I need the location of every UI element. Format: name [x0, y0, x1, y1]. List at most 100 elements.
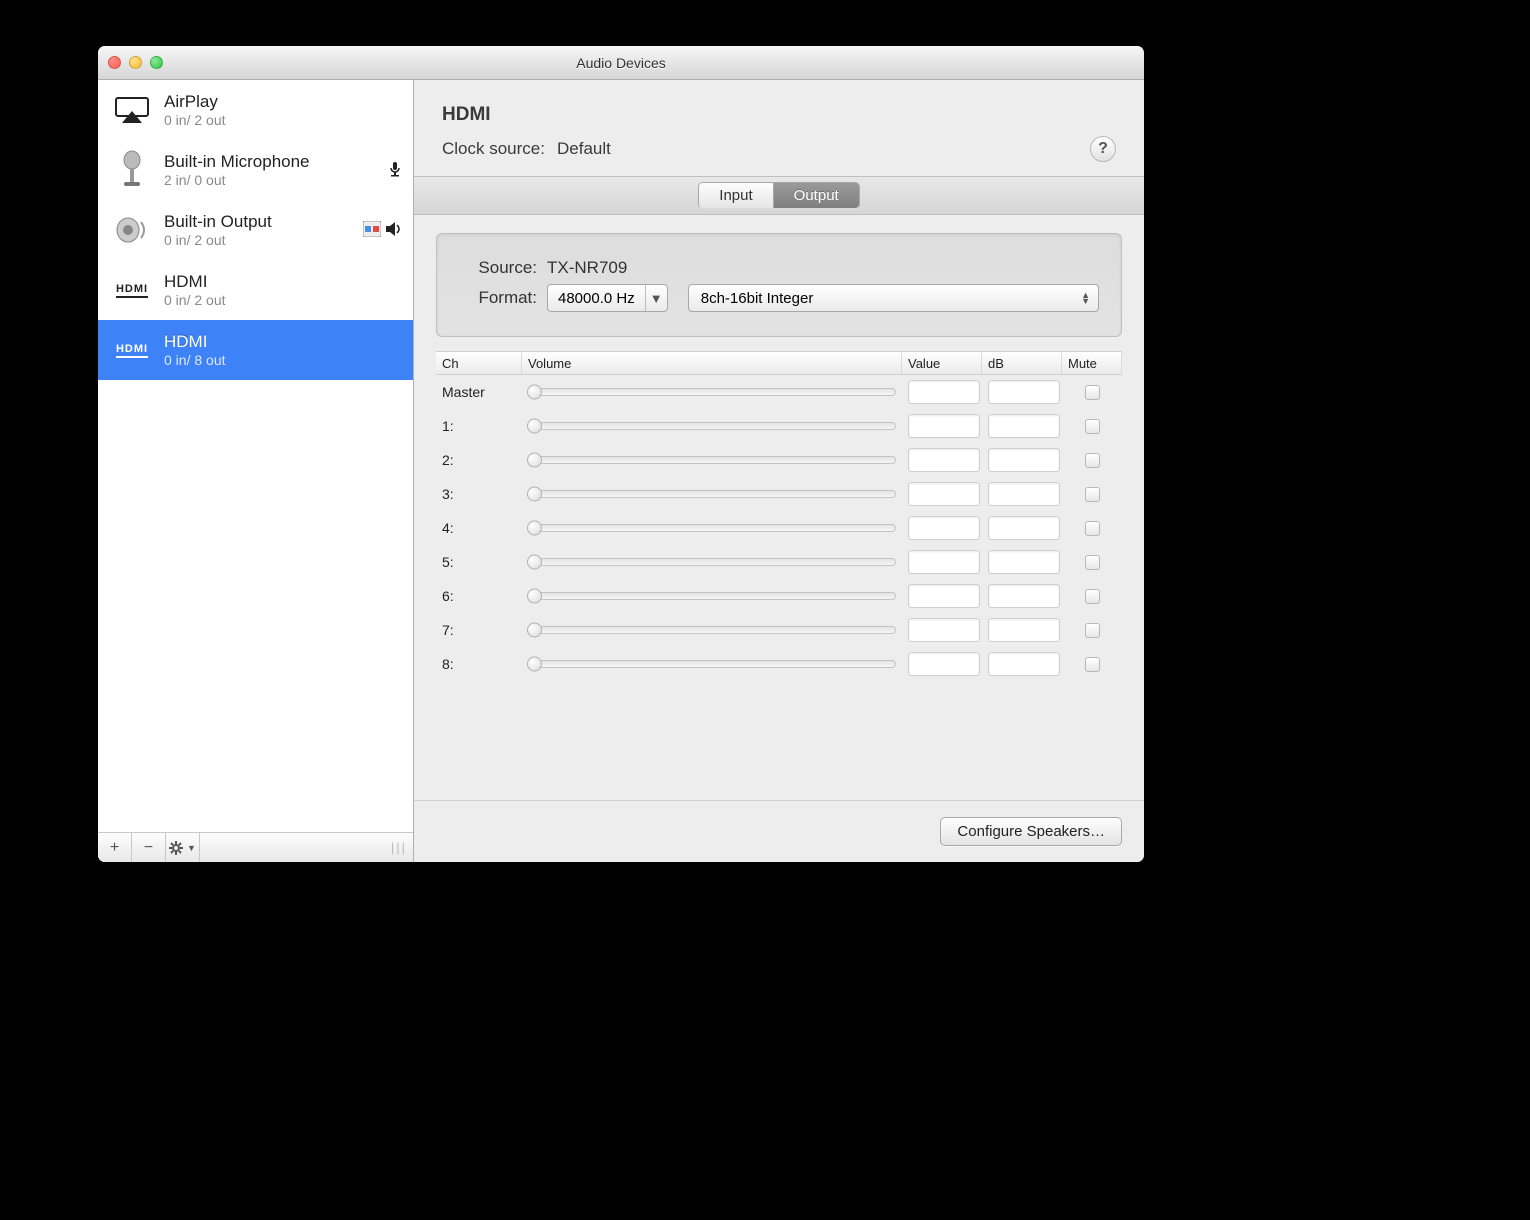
- mute-checkbox[interactable]: [1085, 555, 1100, 570]
- channel-label: 2:: [436, 452, 522, 468]
- device-item-hdmi-2[interactable]: HDMI HDMI 0 in/ 8 out: [98, 320, 413, 380]
- volume-slider[interactable]: [528, 592, 896, 600]
- db-field[interactable]: [988, 584, 1060, 608]
- source-label: Source:: [459, 258, 537, 278]
- stepper-arrows-icon: ▲▼: [1081, 292, 1090, 304]
- header-ch[interactable]: Ch: [436, 352, 522, 374]
- volume-slider[interactable]: [528, 626, 896, 634]
- value-field[interactable]: [908, 482, 980, 506]
- chevron-down-icon: ▼: [187, 843, 196, 853]
- slider-knob[interactable]: [527, 487, 542, 502]
- header-db[interactable]: dB: [982, 352, 1062, 374]
- sample-rate-combo[interactable]: 48000.0 Hz ▼: [547, 284, 668, 312]
- slider-knob[interactable]: [527, 385, 542, 400]
- configure-speakers-button[interactable]: Configure Speakers…: [940, 817, 1122, 846]
- resize-grip[interactable]: |||: [391, 840, 407, 855]
- mute-checkbox[interactable]: [1085, 385, 1100, 400]
- help-button[interactable]: ?: [1090, 136, 1116, 162]
- db-field[interactable]: [988, 482, 1060, 506]
- db-field[interactable]: [988, 652, 1060, 676]
- table-row: 2:: [436, 443, 1122, 477]
- device-list: AirPlay 0 in/ 2 out Built-in Microphone …: [98, 80, 413, 832]
- value-field[interactable]: [908, 448, 980, 472]
- mute-checkbox[interactable]: [1085, 623, 1100, 638]
- volume-slider[interactable]: [528, 558, 896, 566]
- volume-slider[interactable]: [528, 422, 896, 430]
- device-detail: HDMI Clock source: Default ? Input Outpu…: [414, 80, 1144, 862]
- table-row: 4:: [436, 511, 1122, 545]
- mute-checkbox[interactable]: [1085, 521, 1100, 536]
- slider-knob[interactable]: [527, 521, 542, 536]
- table-row: 5:: [436, 545, 1122, 579]
- device-item-builtin-mic[interactable]: Built-in Microphone 2 in/ 0 out: [98, 140, 413, 200]
- microphone-icon: [112, 150, 152, 190]
- clock-source-label: Clock source:: [442, 139, 545, 159]
- table-row: 1:: [436, 409, 1122, 443]
- channel-label: 3:: [436, 486, 522, 502]
- header-volume[interactable]: Volume: [522, 352, 902, 374]
- value-field[interactable]: [908, 516, 980, 540]
- hdmi-icon: HDMI: [112, 330, 152, 370]
- source-value: TX-NR709: [547, 258, 627, 278]
- channel-label: Master: [436, 384, 522, 400]
- bit-depth-value: 8ch-16bit Integer: [701, 290, 814, 307]
- channel-table: Ch Volume Value dB Mute Master 1: 2: 3: 4: 5:…: [436, 351, 1122, 681]
- audio-devices-window: Audio Devices AirPlay 0 in/ 2 out: [98, 46, 1144, 862]
- titlebar[interactable]: Audio Devices: [98, 46, 1144, 80]
- mute-checkbox[interactable]: [1085, 589, 1100, 604]
- format-label: Format:: [459, 288, 537, 308]
- db-field[interactable]: [988, 550, 1060, 574]
- tab-output[interactable]: Output: [773, 183, 859, 208]
- device-sidebar: AirPlay 0 in/ 2 out Built-in Microphone …: [98, 80, 414, 862]
- remove-device-button[interactable]: −: [132, 833, 166, 863]
- mute-checkbox[interactable]: [1085, 657, 1100, 672]
- volume-slider[interactable]: [528, 490, 896, 498]
- channel-label: 4:: [436, 520, 522, 536]
- default-output-icon: [385, 221, 403, 240]
- db-field[interactable]: [988, 414, 1060, 438]
- table-row: 8:: [436, 647, 1122, 681]
- db-field[interactable]: [988, 516, 1060, 540]
- table-row: 3:: [436, 477, 1122, 511]
- volume-slider[interactable]: [528, 388, 896, 396]
- slider-knob[interactable]: [527, 657, 542, 672]
- slider-knob[interactable]: [527, 589, 542, 604]
- actions-menu-button[interactable]: ▼: [166, 833, 200, 863]
- table-header: Ch Volume Value dB Mute: [436, 351, 1122, 375]
- device-item-hdmi-1[interactable]: HDMI HDMI 0 in/ 2 out: [98, 260, 413, 320]
- value-field[interactable]: [908, 652, 980, 676]
- volume-slider[interactable]: [528, 456, 896, 464]
- value-field[interactable]: [908, 584, 980, 608]
- window-title: Audio Devices: [98, 55, 1144, 71]
- mute-checkbox[interactable]: [1085, 419, 1100, 434]
- value-field[interactable]: [908, 618, 980, 642]
- chevron-down-icon: ▼: [645, 285, 667, 311]
- device-item-builtin-output[interactable]: Built-in Output 0 in/ 2 out: [98, 200, 413, 260]
- slider-knob[interactable]: [527, 419, 542, 434]
- value-field[interactable]: [908, 414, 980, 438]
- header-value[interactable]: Value: [902, 352, 982, 374]
- volume-slider[interactable]: [528, 524, 896, 532]
- slider-knob[interactable]: [527, 555, 542, 570]
- db-field[interactable]: [988, 380, 1060, 404]
- tab-input[interactable]: Input: [699, 183, 772, 208]
- slider-knob[interactable]: [527, 623, 542, 638]
- sample-rate-value: 48000.0 Hz: [548, 290, 645, 307]
- value-field[interactable]: [908, 380, 980, 404]
- value-field[interactable]: [908, 550, 980, 574]
- slider-knob[interactable]: [527, 453, 542, 468]
- bit-depth-popup[interactable]: 8ch-16bit Integer ▲▼: [688, 284, 1099, 312]
- channel-label: 5:: [436, 554, 522, 570]
- db-field[interactable]: [988, 618, 1060, 642]
- sidebar-footer: + − ▼ |||: [98, 832, 413, 862]
- mute-checkbox[interactable]: [1085, 453, 1100, 468]
- speaker-icon: [112, 210, 152, 250]
- volume-slider[interactable]: [528, 660, 896, 668]
- format-well: Source: TX-NR709 Format: 48000.0 Hz ▼ 8c…: [436, 233, 1122, 337]
- header-mute[interactable]: Mute: [1062, 352, 1122, 374]
- mute-checkbox[interactable]: [1085, 487, 1100, 502]
- db-field[interactable]: [988, 448, 1060, 472]
- add-device-button[interactable]: +: [98, 833, 132, 863]
- device-item-airplay[interactable]: AirPlay 0 in/ 2 out: [98, 80, 413, 140]
- table-row: Master: [436, 375, 1122, 409]
